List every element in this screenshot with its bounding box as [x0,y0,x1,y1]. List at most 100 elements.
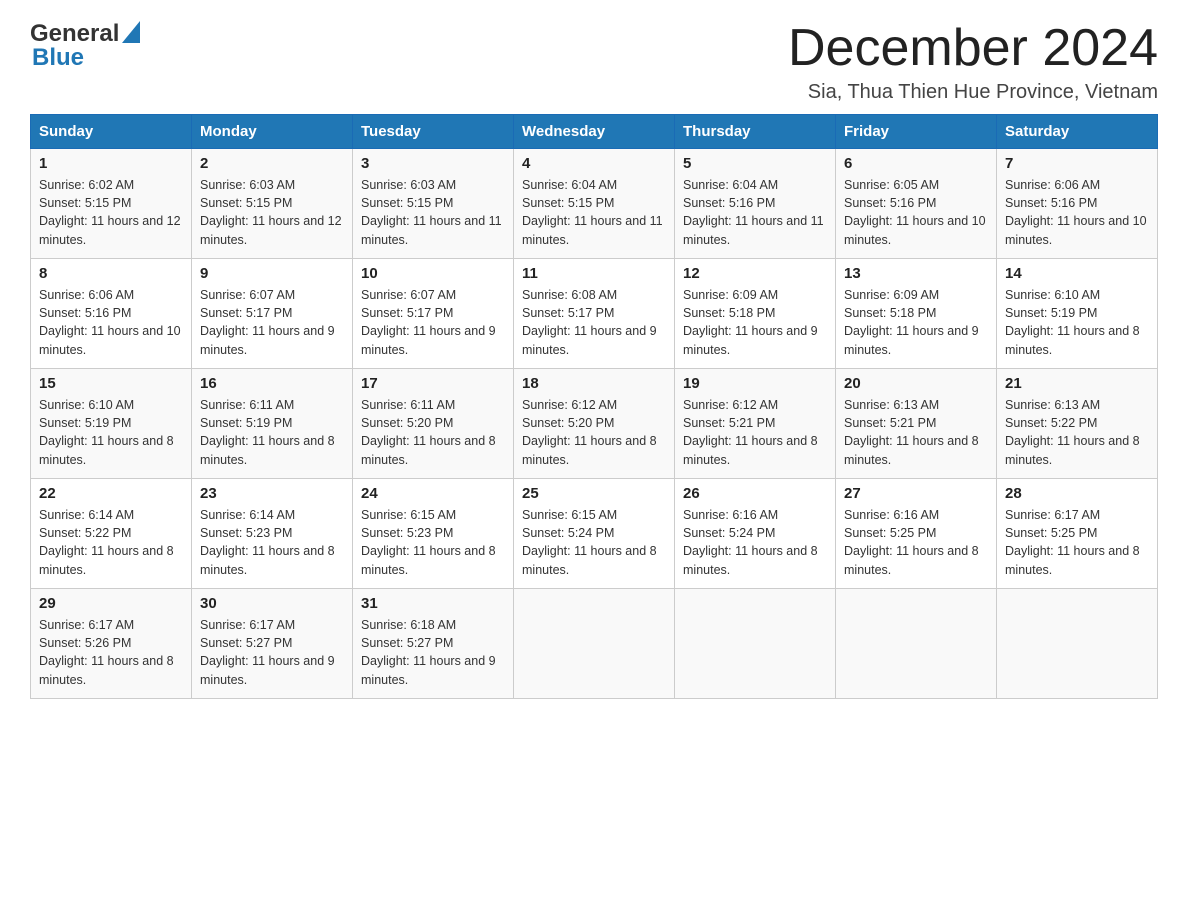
calendar-cell: 17Sunrise: 6:11 AMSunset: 5:20 PMDayligh… [353,369,514,479]
day-info: Sunrise: 6:04 AMSunset: 5:15 PMDaylight:… [522,176,666,249]
calendar-cell: 11 Sunrise: 6:08 AMSunset: 5:17 PMDayligh… [514,259,675,369]
day-number: 31 [361,595,505,612]
day-info: Sunrise: 6:06 AMSunset: 5:16 PMDaylight:… [39,286,183,359]
calendar-table: SundayMondayTuesdayWednesdayThursdayFrid… [30,114,1158,699]
day-number: 27 [844,485,988,502]
day-info: Sunrise: 6:14 AMSunset: 5:23 PMDaylight:… [200,506,344,579]
day-number: 20 [844,375,988,392]
calendar-week-row: 29 Sunrise: 6:17 AMSunset: 5:26 PMDayligh… [31,589,1158,699]
calendar-cell: 10 Sunrise: 6:07 AMSunset: 5:17 PMDayligh… [353,259,514,369]
day-info: Sunrise: 6:12 AMSunset: 5:21 PMDaylight:… [683,396,827,469]
day-number: 12 [683,265,827,282]
logo-triangle-icon [122,21,140,48]
day-number: 8 [39,265,183,282]
day-number: 15 [39,375,183,392]
calendar-cell: 3 Sunrise: 6:03 AMSunset: 5:15 PMDaylight… [353,149,514,259]
calendar-cell: 13Sunrise: 6:09 AMSunset: 5:18 PMDayligh… [836,259,997,369]
day-info: Sunrise: 6:14 AMSunset: 5:22 PMDaylight:… [39,506,183,579]
calendar-cell: 19 Sunrise: 6:12 AMSunset: 5:21 PMDayligh… [675,369,836,479]
calendar-cell: 25Sunrise: 6:15 AMSunset: 5:24 PMDayligh… [514,479,675,589]
day-number: 29 [39,595,183,612]
day-number: 2 [200,155,344,172]
day-number: 6 [844,155,988,172]
day-number: 10 [361,265,505,282]
weekday-header-wednesday: Wednesday [514,115,675,149]
month-title: December 2024 [788,20,1158,77]
day-number: 7 [1005,155,1149,172]
day-info: Sunrise: 6:18 AMSunset: 5:27 PMDaylight:… [361,616,505,689]
calendar-cell: 12 Sunrise: 6:09 AMSunset: 5:18 PMDayligh… [675,259,836,369]
day-number: 28 [1005,485,1149,502]
day-info: Sunrise: 6:15 AMSunset: 5:24 PMDaylight:… [522,506,666,579]
day-info: Sunrise: 6:13 AMSunset: 5:21 PMDaylight:… [844,396,988,469]
calendar-cell: 20 Sunrise: 6:13 AMSunset: 5:21 PMDayligh… [836,369,997,479]
calendar-week-row: 22 Sunrise: 6:14 AMSunset: 5:22 PMDayligh… [31,479,1158,589]
day-number: 3 [361,155,505,172]
day-info: Sunrise: 6:10 AMSunset: 5:19 PMDaylight:… [39,396,183,469]
calendar-cell: 22 Sunrise: 6:14 AMSunset: 5:22 PMDayligh… [31,479,192,589]
day-info: Sunrise: 6:11 AMSunset: 5:20 PMDaylight:… [361,396,505,469]
day-info: Sunrise: 6:17 AMSunset: 5:25 PMDaylight:… [1005,506,1149,579]
weekday-header-thursday: Thursday [675,115,836,149]
logo: General Blue [30,20,140,72]
day-number: 5 [683,155,827,172]
day-info: Sunrise: 6:10 AMSunset: 5:19 PMDaylight:… [1005,286,1149,359]
day-info: Sunrise: 6:09 AMSunset: 5:18 PMDaylight:… [844,286,988,359]
day-info: Sunrise: 6:13 AMSunset: 5:22 PMDaylight:… [1005,396,1149,469]
day-number: 23 [200,485,344,502]
day-number: 14 [1005,265,1149,282]
day-info: Sunrise: 6:07 AMSunset: 5:17 PMDaylight:… [200,286,344,359]
day-info: Sunrise: 6:04 AMSunset: 5:16 PMDaylight:… [683,176,827,249]
calendar-cell: 24Sunrise: 6:15 AMSunset: 5:23 PMDayligh… [353,479,514,589]
weekday-header-monday: Monday [192,115,353,149]
day-info: Sunrise: 6:07 AMSunset: 5:17 PMDaylight:… [361,286,505,359]
calendar-cell: 14 Sunrise: 6:10 AMSunset: 5:19 PMDayligh… [997,259,1158,369]
weekday-header-friday: Friday [836,115,997,149]
weekday-header-row: SundayMondayTuesdayWednesdayThursdayFrid… [31,115,1158,149]
day-info: Sunrise: 6:05 AMSunset: 5:16 PMDaylight:… [844,176,988,249]
calendar-cell: 18 Sunrise: 6:12 AMSunset: 5:20 PMDayligh… [514,369,675,479]
day-info: Sunrise: 6:03 AMSunset: 5:15 PMDaylight:… [200,176,344,249]
day-number: 1 [39,155,183,172]
calendar-cell [514,589,675,699]
location-subtitle: Sia, Thua Thien Hue Province, Vietnam [788,81,1158,104]
calendar-week-row: 1 Sunrise: 6:02 AMSunset: 5:15 PMDaylight… [31,149,1158,259]
calendar-cell: 15 Sunrise: 6:10 AMSunset: 5:19 PMDayligh… [31,369,192,479]
calendar-cell: 26Sunrise: 6:16 AMSunset: 5:24 PMDayligh… [675,479,836,589]
title-area: December 2024 Sia, Thua Thien Hue Provin… [788,20,1158,104]
calendar-week-row: 15 Sunrise: 6:10 AMSunset: 5:19 PMDayligh… [31,369,1158,479]
page-header: General Blue December 2024 Sia, Thua Thi… [30,20,1158,104]
calendar-cell: 2 Sunrise: 6:03 AMSunset: 5:15 PMDaylight… [192,149,353,259]
day-number: 22 [39,485,183,502]
day-info: Sunrise: 6:06 AMSunset: 5:16 PMDaylight:… [1005,176,1149,249]
calendar-cell: 21 Sunrise: 6:13 AMSunset: 5:22 PMDayligh… [997,369,1158,479]
weekday-header-sunday: Sunday [31,115,192,149]
calendar-cell [997,589,1158,699]
calendar-cell: 28 Sunrise: 6:17 AMSunset: 5:25 PMDayligh… [997,479,1158,589]
calendar-cell: 31 Sunrise: 6:18 AMSunset: 5:27 PMDayligh… [353,589,514,699]
logo-blue-text: Blue [32,44,84,72]
day-info: Sunrise: 6:02 AMSunset: 5:15 PMDaylight:… [39,176,183,249]
day-number: 18 [522,375,666,392]
weekday-header-saturday: Saturday [997,115,1158,149]
day-number: 30 [200,595,344,612]
day-info: Sunrise: 6:08 AMSunset: 5:17 PMDaylight:… [522,286,666,359]
day-info: Sunrise: 6:17 AMSunset: 5:26 PMDaylight:… [39,616,183,689]
day-info: Sunrise: 6:03 AMSunset: 5:15 PMDaylight:… [361,176,505,249]
calendar-cell: 16Sunrise: 6:11 AMSunset: 5:19 PMDayligh… [192,369,353,479]
calendar-cell: 5 Sunrise: 6:04 AMSunset: 5:16 PMDaylight… [675,149,836,259]
day-info: Sunrise: 6:12 AMSunset: 5:20 PMDaylight:… [522,396,666,469]
calendar-cell: 4Sunrise: 6:04 AMSunset: 5:15 PMDaylight… [514,149,675,259]
weekday-header-tuesday: Tuesday [353,115,514,149]
calendar-cell: 1 Sunrise: 6:02 AMSunset: 5:15 PMDaylight… [31,149,192,259]
calendar-cell: 8 Sunrise: 6:06 AMSunset: 5:16 PMDaylight… [31,259,192,369]
day-number: 11 [522,265,666,282]
day-info: Sunrise: 6:16 AMSunset: 5:24 PMDaylight:… [683,506,827,579]
day-number: 21 [1005,375,1149,392]
calendar-cell: 6 Sunrise: 6:05 AMSunset: 5:16 PMDaylight… [836,149,997,259]
day-info: Sunrise: 6:09 AMSunset: 5:18 PMDaylight:… [683,286,827,359]
calendar-cell: 23 Sunrise: 6:14 AMSunset: 5:23 PMDayligh… [192,479,353,589]
day-number: 19 [683,375,827,392]
day-info: Sunrise: 6:17 AMSunset: 5:27 PMDaylight:… [200,616,344,689]
calendar-week-row: 8 Sunrise: 6:06 AMSunset: 5:16 PMDaylight… [31,259,1158,369]
